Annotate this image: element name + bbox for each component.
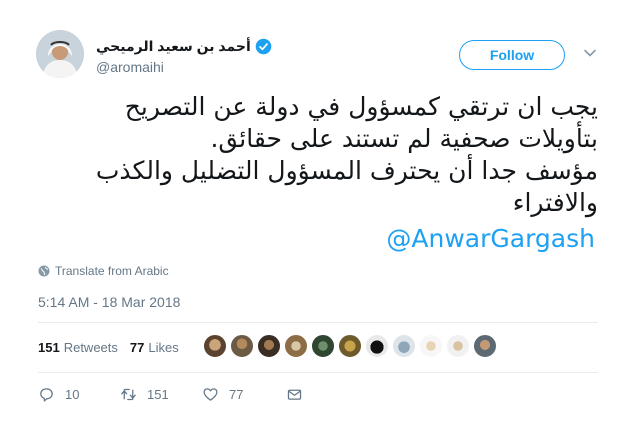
chevron-down-icon[interactable]	[583, 46, 597, 60]
verified-badge-icon	[255, 38, 272, 55]
follow-button[interactable]: Follow	[459, 40, 565, 70]
retweet-icon	[121, 388, 136, 401]
like-count: 77	[229, 387, 244, 402]
globe-icon	[38, 265, 50, 277]
tweet-actions: 10 151 77	[38, 386, 313, 403]
reply-count: 10	[65, 387, 80, 402]
heart-icon	[203, 388, 218, 401]
likes-label: Likes	[148, 340, 179, 355]
mention-link[interactable]: @AnwarGargash	[386, 223, 595, 255]
tweet-card: أحمد بن سعيد الرميحي @aromaihi Follow يج…	[0, 0, 617, 431]
tweet-text-line: يجب ان ترتقي كمسؤول في دولة عن التصريح	[124, 92, 598, 121]
tweet-text-line: والافتراء	[512, 188, 598, 217]
likes-count: 77	[129, 340, 145, 355]
retweets-count: 151	[38, 340, 60, 355]
divider	[38, 372, 598, 373]
avatar[interactable]	[36, 30, 84, 78]
liker-avatar[interactable]	[419, 334, 443, 358]
like-button[interactable]: 77	[202, 386, 286, 403]
likes-stat[interactable]: 77 Likes	[130, 340, 179, 355]
liker-avatar[interactable]	[230, 334, 254, 358]
tweet-stats: 151 Retweets 77 Likes	[38, 340, 191, 355]
liker-avatar[interactable]	[338, 334, 362, 358]
tweet-text-line: بتأويلات صحفية لم تستند على حقائق.	[210, 124, 598, 153]
translate-label[interactable]: Translate from Arabic	[55, 264, 169, 278]
tweet-text-line: مؤسف جدا أن يحترف المسؤول التضليل والكذب	[95, 156, 598, 185]
user-handle[interactable]: @aromaihi	[96, 59, 164, 75]
envelope-icon	[287, 389, 302, 400]
retweet-button[interactable]: 151	[120, 386, 202, 403]
direct-message-button[interactable]	[286, 386, 313, 403]
retweets-label: Retweets	[63, 340, 118, 355]
divider	[38, 322, 598, 323]
display-name[interactable]: أحمد بن سعيد الرميحي	[96, 38, 251, 55]
liker-avatar[interactable]	[446, 334, 470, 358]
tweet-timestamp[interactable]: 5:14 AM - 18 Mar 2018	[38, 294, 180, 310]
reply-icon	[40, 388, 53, 402]
liker-avatar[interactable]	[284, 334, 308, 358]
display-name-row[interactable]: أحمد بن سعيد الرميحي	[96, 38, 272, 55]
reply-button[interactable]: 10	[38, 386, 120, 403]
liker-avatar[interactable]	[473, 334, 497, 358]
likers-avatars	[203, 334, 500, 358]
retweets-stat[interactable]: 151 Retweets	[38, 340, 118, 355]
liker-avatar[interactable]	[392, 334, 416, 358]
translate-link[interactable]: Translate from Arabic	[38, 264, 169, 278]
liker-avatar[interactable]	[311, 334, 335, 358]
liker-avatar[interactable]	[203, 334, 227, 358]
tweet-text: يجب ان ترتقي كمسؤول في دولة عن التصريح ب…	[38, 91, 598, 219]
liker-avatar[interactable]	[257, 334, 281, 358]
liker-avatar[interactable]	[365, 334, 389, 358]
retweet-count: 151	[147, 387, 169, 402]
